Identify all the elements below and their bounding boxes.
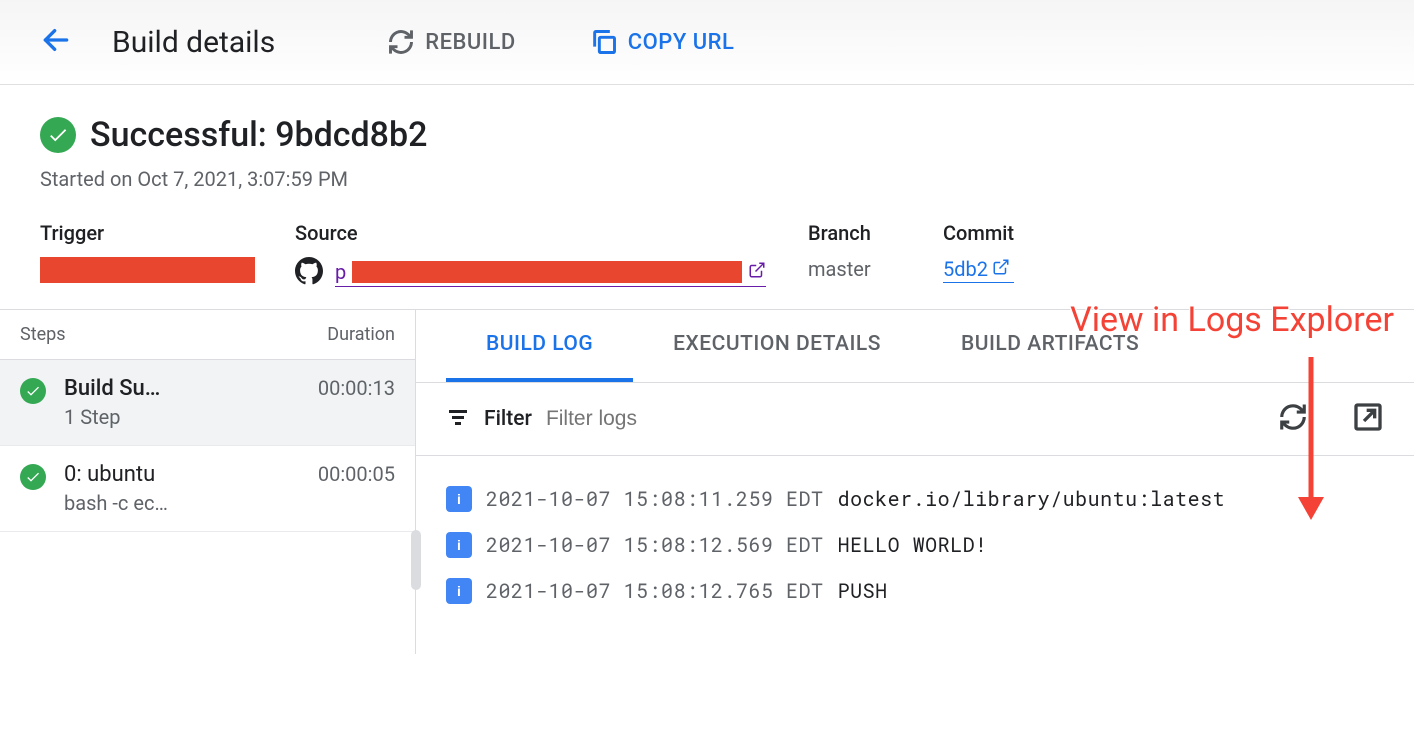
app-header: Build details REBUILD COPY URL [0,0,1414,85]
copy-icon [590,28,618,56]
trigger-label: Trigger [40,221,295,245]
source-link[interactable]: p [335,260,766,287]
source-link-redacted [352,261,742,283]
commit-value: 5db2 [943,257,988,281]
external-link-icon [992,257,1010,281]
step-title: 0: ubuntu [64,462,300,487]
build-info: Successful: 9bdcd8b2 Started on Oct 7, 2… [0,85,1414,309]
status-row: Successful: 9bdcd8b2 [40,115,1374,155]
started-text: Started on Oct 7, 2021, 3:07:59 PM [40,167,1374,191]
steps-panel: Steps Duration Build Su… 1 Step 00:00:13… [0,310,416,654]
tab-build-log[interactable]: BUILD LOG [446,310,633,382]
success-icon [40,117,76,153]
split-drag-handle[interactable] [411,530,421,590]
meta-commit: Commit 5db2 [943,221,1014,289]
external-link-icon [748,260,766,284]
log-message: docker.io/library/ubuntu:latest [838,486,1226,512]
info-badge-icon: i [446,486,472,512]
steps-header-label: Steps [20,324,66,345]
main-split: Steps Duration Build Su… 1 Step 00:00:13… [0,309,1414,654]
log-panel: BUILD LOG EXECUTION DETAILS BUILD ARTIFA… [416,310,1414,654]
log-message: HELLO WORLD! [838,532,988,558]
trigger-value-redacted [40,257,255,283]
log-timestamp: 2021-10-07 15:08:12.765 EDT [486,578,824,604]
filter-icon [446,405,470,433]
steps-header: Steps Duration [0,310,415,360]
rebuild-label: REBUILD [425,30,516,55]
back-button[interactable] [40,24,72,60]
success-icon [20,464,46,490]
log-message: PUSH [838,578,888,604]
copy-url-label: COPY URL [628,30,735,55]
open-logs-explorer-button[interactable] [1352,401,1384,437]
step-row-0[interactable]: 0: ubuntu bash -c ec… 00:00:05 [0,446,415,532]
page-title: Build details [112,25,275,60]
filter-input[interactable] [546,407,1264,431]
commit-link[interactable]: 5db2 [943,257,1014,283]
status-title: Successful: 9bdcd8b2 [90,115,427,155]
commit-label: Commit [943,221,1014,245]
branch-label: Branch [808,221,943,245]
meta-branch: Branch master [808,221,943,289]
meta-trigger: Trigger [40,221,295,289]
step-subtitle: 1 Step [64,405,300,429]
filter-label: Filter [484,407,532,431]
log-entry[interactable]: i 2021-10-07 15:08:11.259 EDT docker.io/… [446,476,1384,522]
info-badge-icon: i [446,578,472,604]
log-entries: i 2021-10-07 15:08:11.259 EDT docker.io/… [416,456,1414,614]
source-row: p [295,257,808,289]
step-duration: 00:00:13 [318,376,395,400]
info-badge-icon: i [446,532,472,558]
log-entry[interactable]: i 2021-10-07 15:08:12.569 EDT HELLO WORL… [446,522,1384,568]
rebuild-button[interactable]: REBUILD [375,20,528,64]
meta-source: Source p [295,221,808,289]
tab-execution-details[interactable]: EXECUTION DETAILS [633,310,921,382]
filter-row: Filter [416,383,1414,456]
step-subtitle: bash -c ec… [64,491,300,515]
step-duration: 00:00:05 [318,462,395,486]
copy-url-button[interactable]: COPY URL [578,20,747,64]
step-title: Build Su… [64,376,300,401]
log-entry[interactable]: i 2021-10-07 15:08:12.765 EDT PUSH [446,568,1384,614]
source-label: Source [295,221,808,245]
tab-build-artifacts[interactable]: BUILD ARTIFACTS [921,310,1179,382]
meta-row: Trigger Source p [40,221,1374,289]
refresh-logs-button[interactable] [1278,402,1308,436]
github-icon [295,257,323,289]
source-link-prefix: p [335,260,346,284]
step-row-summary[interactable]: Build Su… 1 Step 00:00:13 [0,360,415,446]
refresh-icon [387,28,415,56]
log-timestamp: 2021-10-07 15:08:12.569 EDT [486,532,824,558]
log-timestamp: 2021-10-07 15:08:11.259 EDT [486,486,824,512]
success-icon [20,378,46,404]
branch-value: master [808,257,943,281]
log-tabs: BUILD LOG EXECUTION DETAILS BUILD ARTIFA… [416,310,1414,383]
duration-header-label: Duration [327,324,395,345]
